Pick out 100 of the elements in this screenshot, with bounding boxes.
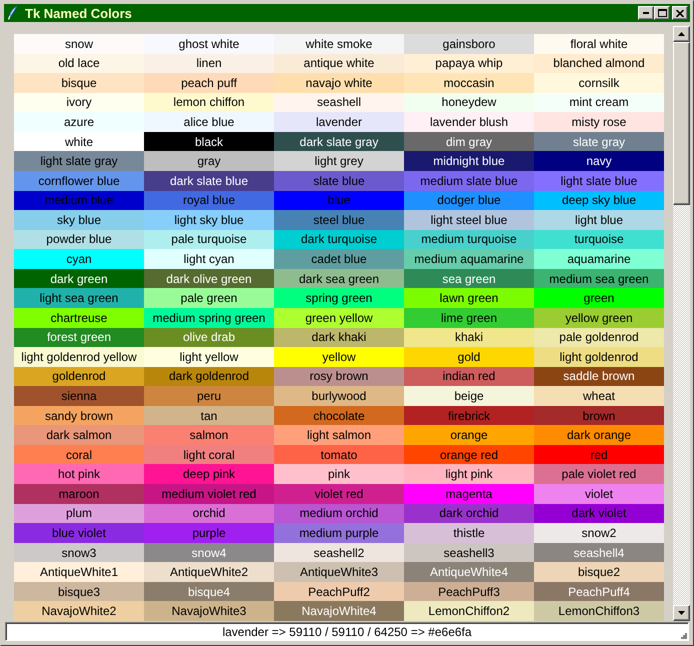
color-swatch[interactable]: bisque2 — [534, 562, 664, 582]
color-swatch[interactable]: honeydew — [404, 92, 534, 112]
color-swatch[interactable]: medium purple — [274, 523, 404, 543]
color-swatch[interactable]: cyan — [14, 249, 144, 269]
scroll-up-button[interactable] — [673, 26, 690, 42]
color-swatch[interactable]: medium sea green — [534, 268, 664, 288]
color-swatch[interactable]: misty rose — [534, 112, 664, 132]
color-swatch[interactable]: lemon chiffon — [144, 92, 274, 112]
color-swatch[interactable]: seashell4 — [534, 542, 664, 562]
color-swatch[interactable]: turquoise — [534, 230, 664, 250]
color-swatch[interactable]: saddle brown — [534, 366, 664, 386]
color-swatch[interactable]: seashell — [274, 92, 404, 112]
color-swatch[interactable]: deep pink — [144, 464, 274, 484]
color-swatch[interactable]: AntiqueWhite4 — [404, 562, 534, 582]
color-swatch[interactable]: orchid — [144, 504, 274, 524]
color-swatch[interactable]: thistle — [404, 523, 534, 543]
color-swatch[interactable]: snow2 — [534, 523, 664, 543]
color-swatch[interactable]: AntiqueWhite3 — [274, 562, 404, 582]
minimize-button[interactable] — [638, 6, 654, 20]
vertical-scrollbar[interactable] — [673, 26, 690, 621]
color-swatch[interactable]: papaya whip — [404, 54, 534, 74]
color-swatch[interactable]: floral white — [534, 34, 664, 54]
color-swatch[interactable]: AntiqueWhite2 — [144, 562, 274, 582]
color-swatch[interactable]: burlywood — [274, 386, 404, 406]
color-swatch[interactable]: peru — [144, 386, 274, 406]
color-swatch[interactable]: cornflower blue — [14, 170, 144, 191]
color-swatch[interactable]: dark turquoise — [274, 230, 404, 250]
color-swatch[interactable]: bisque4 — [144, 582, 274, 602]
color-swatch[interactable]: dodger blue — [404, 190, 534, 210]
color-swatch[interactable]: light grey — [274, 151, 404, 171]
color-swatch[interactable]: light cyan — [144, 249, 274, 269]
color-swatch[interactable]: dark olive green — [144, 268, 274, 288]
color-swatch[interactable]: aquamarine — [534, 249, 664, 269]
color-swatch[interactable]: beige — [404, 386, 534, 406]
color-swatch[interactable]: medium orchid — [274, 504, 404, 524]
color-swatch[interactable]: light pink — [404, 464, 534, 484]
color-swatch[interactable]: orange — [404, 425, 534, 445]
color-swatch[interactable]: moccasin — [404, 73, 534, 93]
color-swatch[interactable]: ghost white — [144, 34, 274, 54]
color-swatch[interactable]: indian red — [404, 366, 534, 386]
color-swatch[interactable]: rosy brown — [274, 366, 404, 386]
color-swatch[interactable]: spring green — [274, 288, 404, 308]
color-swatch[interactable]: pale turquoise — [144, 230, 274, 250]
color-swatch[interactable]: snow3 — [14, 542, 144, 562]
close-button[interactable] — [672, 6, 688, 20]
color-swatch[interactable]: hot pink — [14, 464, 144, 484]
color-swatch[interactable]: dark goldenrod — [144, 366, 274, 386]
color-swatch[interactable]: light sea green — [14, 288, 144, 308]
color-swatch[interactable]: gray — [144, 151, 274, 171]
color-swatch[interactable]: LemonChiffon3 — [534, 601, 664, 621]
color-swatch[interactable]: white — [14, 132, 144, 152]
color-swatch[interactable]: royal blue — [144, 190, 274, 210]
color-swatch[interactable]: LemonChiffon2 — [404, 601, 534, 621]
color-swatch[interactable]: light yellow — [144, 347, 274, 367]
color-swatch[interactable]: dark sea green — [274, 268, 404, 288]
color-swatch[interactable]: medium spring green — [144, 308, 274, 328]
color-swatch[interactable]: sky blue — [14, 210, 144, 230]
color-swatch[interactable]: purple — [144, 523, 274, 543]
color-swatch[interactable]: salmon — [144, 425, 274, 445]
maximize-button[interactable] — [654, 6, 670, 20]
color-swatch[interactable]: medium slate blue — [404, 170, 534, 191]
scrollbar-thumb[interactable] — [673, 42, 690, 205]
color-swatch[interactable]: chocolate — [274, 406, 404, 426]
color-swatch[interactable]: NavajoWhite2 — [14, 601, 144, 621]
color-swatch[interactable]: PeachPuff4 — [534, 582, 664, 602]
color-swatch[interactable]: azure — [14, 112, 144, 132]
color-swatch[interactable]: violet — [534, 484, 664, 504]
color-swatch[interactable]: alice blue — [144, 112, 274, 132]
color-swatch[interactable]: dark salmon — [14, 425, 144, 445]
color-swatch[interactable]: dark slate gray — [274, 132, 404, 152]
color-swatch[interactable]: slate blue — [274, 170, 404, 191]
color-swatch[interactable]: navajo white — [274, 73, 404, 93]
color-swatch[interactable]: PeachPuff2 — [274, 582, 404, 602]
color-swatch[interactable]: mint cream — [534, 92, 664, 112]
color-swatch[interactable]: violet red — [274, 484, 404, 504]
color-swatch[interactable]: ivory — [14, 92, 144, 112]
color-swatch[interactable]: PeachPuff3 — [404, 582, 534, 602]
color-swatch[interactable]: dark orange — [534, 425, 664, 445]
color-swatch[interactable]: antique white — [274, 54, 404, 74]
color-swatch[interactable]: goldenrod — [14, 366, 144, 386]
color-swatch[interactable]: light slate blue — [534, 170, 664, 191]
color-swatch[interactable]: lavender — [274, 112, 404, 132]
scroll-down-button[interactable] — [673, 605, 690, 621]
color-swatch[interactable]: orange red — [404, 444, 534, 464]
color-swatch[interactable]: pale goldenrod — [534, 328, 664, 348]
color-swatch[interactable]: pale violet red — [534, 464, 664, 484]
color-swatch[interactable]: sea green — [404, 268, 534, 288]
color-swatch[interactable]: cadet blue — [274, 249, 404, 269]
color-swatch[interactable]: light slate gray — [14, 151, 144, 171]
color-swatch[interactable]: light goldenrod — [534, 347, 664, 367]
color-swatch[interactable]: lime green — [404, 308, 534, 328]
color-swatch[interactable]: light steel blue — [404, 210, 534, 230]
color-swatch[interactable]: deep sky blue — [534, 190, 664, 210]
color-swatch[interactable]: powder blue — [14, 230, 144, 250]
color-swatch[interactable]: slate gray — [534, 132, 664, 152]
color-swatch[interactable]: black — [144, 132, 274, 152]
color-swatch[interactable]: cornsilk — [534, 73, 664, 93]
color-swatch[interactable]: lavender blush — [404, 112, 534, 132]
color-swatch[interactable]: coral — [14, 444, 144, 464]
color-swatch[interactable]: light goldenrod yellow — [14, 347, 144, 367]
